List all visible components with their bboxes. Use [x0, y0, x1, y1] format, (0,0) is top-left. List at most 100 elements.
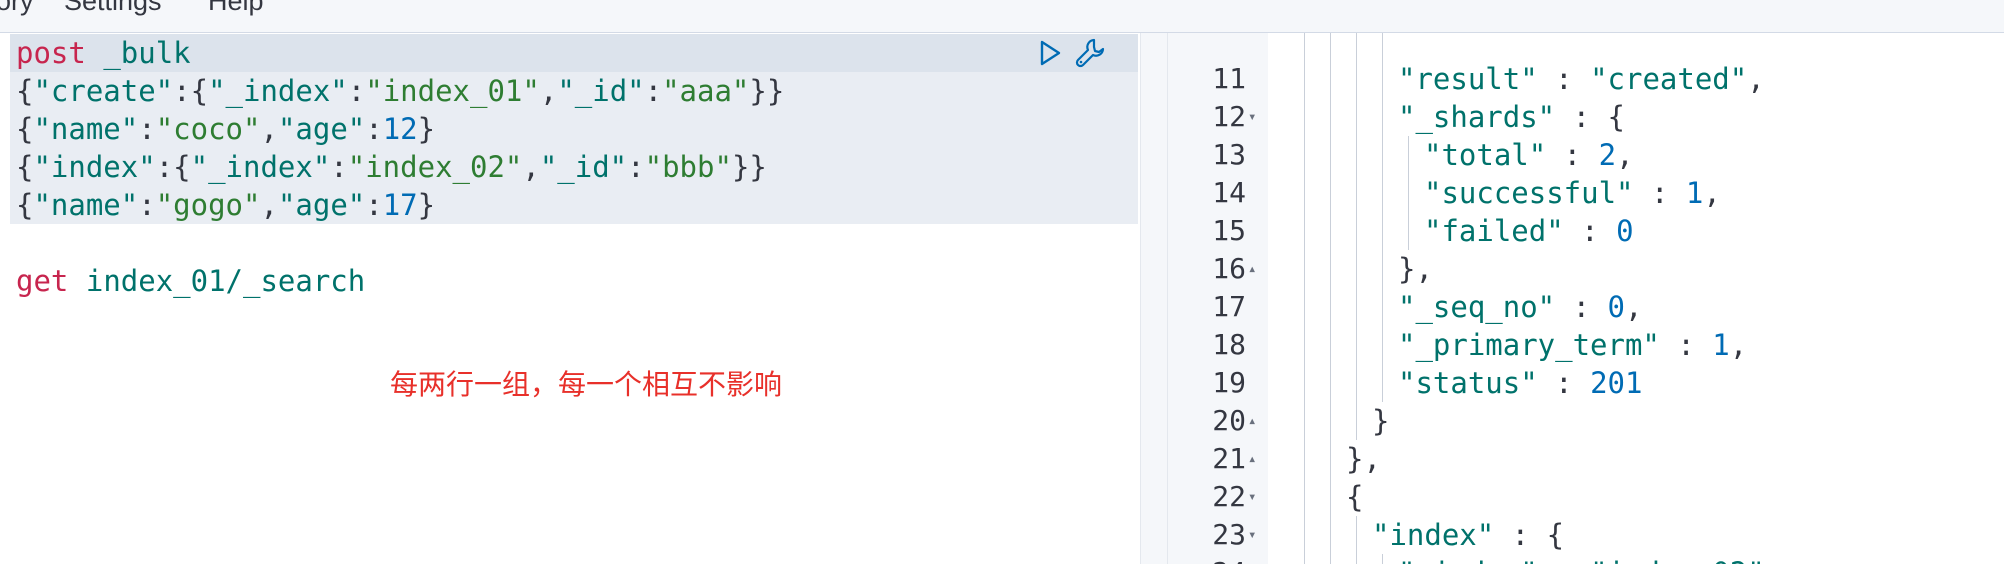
menu-settings[interactable]: Settings — [64, 0, 162, 17]
line-number: 21 — [1212, 442, 1246, 475]
fold-down-icon[interactable]: ▾ — [1248, 516, 1256, 554]
indent-guide — [1382, 98, 1383, 136]
indent-guide — [1382, 174, 1383, 212]
indent-guide — [1304, 250, 1305, 288]
indent-guide — [1356, 364, 1357, 402]
indent-guide — [1330, 60, 1331, 98]
indent-guide — [1330, 478, 1331, 516]
response-viewer[interactable]: 11 "result" : "created", 12 ▾ "_shards" : {1… — [1168, 33, 2004, 564]
indent-guide — [1304, 174, 1305, 212]
line-number: 24 — [1168, 554, 1246, 564]
request-line-method[interactable]: get index_01/_search — [16, 262, 365, 300]
fold-up-icon[interactable]: ▴ — [1248, 250, 1256, 288]
line-number: 11 — [1212, 62, 1246, 95]
indent-guide — [1330, 33, 1331, 60]
line-number: 13 — [1212, 138, 1246, 171]
indent-guide — [1356, 516, 1357, 554]
indent-guide — [1356, 136, 1357, 174]
indent-guide — [1304, 364, 1305, 402]
response-line: 24 "_index" : "index_02", — [1168, 554, 2004, 564]
response-line: 13 "total" : 2, — [1168, 136, 2004, 174]
indent-guide — [1304, 98, 1305, 136]
response-text: "successful" : 1, — [1424, 176, 1721, 210]
indent-guide — [1382, 288, 1383, 326]
indent-guide — [1330, 174, 1331, 212]
request-line-body[interactable]: {"create":{"_index":"index_01","_id":"aa… — [16, 72, 784, 110]
response-text: "result" : "created", — [1398, 62, 1765, 96]
indent-guide — [1304, 136, 1305, 174]
line-number: 19 — [1212, 366, 1246, 399]
indent-guide — [1330, 288, 1331, 326]
line-number: 20 — [1212, 404, 1246, 437]
indent-guide — [1382, 364, 1383, 402]
fold-down-icon[interactable]: ▾ — [1248, 98, 1256, 136]
line-number: 17 — [1212, 290, 1246, 323]
line-number: 15 — [1212, 214, 1246, 247]
line-number: 16 — [1212, 252, 1246, 285]
menu-bar: ory Settings Help — [0, 0, 2004, 33]
response-text: "_shards" : { — [1398, 100, 1625, 134]
indent-guide — [1356, 60, 1357, 98]
response-text: "_primary_term" : 1, — [1398, 328, 1748, 362]
response-line: 17 "_seq_no" : 0, — [1168, 288, 2004, 326]
response-line: 15 "failed" : 0 — [1168, 212, 2004, 250]
response-text: "total" : 2, — [1424, 138, 1634, 172]
indent-guide — [1330, 98, 1331, 136]
response-text: "_index" : "index_02", — [1398, 554, 1782, 564]
request-line-method[interactable]: post _bulk — [16, 34, 191, 72]
response-line: 19 "status" : 201 — [1168, 364, 2004, 402]
indent-guide — [1408, 212, 1409, 250]
menu-history[interactable]: ory — [0, 0, 34, 17]
indent-guide — [1304, 554, 1305, 564]
response-line — [1168, 33, 2004, 60]
indent-guide — [1382, 136, 1383, 174]
request-line-body[interactable]: {"index":{"_index":"index_02","_id":"bbb… — [16, 148, 767, 186]
response-line: 12 ▾ "_shards" : { — [1168, 98, 2004, 136]
indent-guide — [1304, 212, 1305, 250]
indent-guide — [1356, 33, 1357, 60]
indent-guide — [1304, 440, 1305, 478]
indent-guide — [1330, 136, 1331, 174]
request-line-body[interactable]: {"name":"gogo","age":17} — [16, 186, 435, 224]
indent-guide — [1304, 326, 1305, 364]
menu-help[interactable]: Help — [208, 0, 264, 17]
line-number: 18 — [1212, 328, 1246, 361]
fold-up-icon[interactable]: ▴ — [1248, 440, 1256, 478]
indent-guide — [1382, 60, 1383, 98]
play-icon[interactable] — [1034, 37, 1066, 69]
wrench-icon[interactable] — [1074, 37, 1106, 69]
indent-guide — [1330, 402, 1331, 440]
request-editor[interactable]: post _bulk {"create":{"_index":"index_01… — [0, 33, 1140, 564]
indent-guide — [1330, 516, 1331, 554]
indent-guide — [1330, 554, 1331, 564]
response-line: 16 ▴}, — [1168, 250, 2004, 288]
response-text: "_seq_no" : 0, — [1398, 290, 1643, 324]
indent-guide — [1304, 33, 1305, 60]
request-line-body[interactable]: {"name":"coco","age":12} — [16, 110, 435, 148]
response-text: } — [1372, 404, 1390, 438]
response-text: { — [1346, 480, 1364, 514]
indent-guide — [1408, 174, 1409, 212]
indent-guide — [1330, 364, 1331, 402]
indent-guide — [1356, 326, 1357, 364]
response-text: "index" : { — [1372, 518, 1565, 552]
response-text: }, — [1398, 252, 1433, 286]
line-number: 14 — [1212, 176, 1246, 209]
fold-down-icon[interactable]: ▾ — [1248, 478, 1256, 516]
indent-guide — [1356, 402, 1357, 440]
indent-guide — [1356, 212, 1357, 250]
indent-guide — [1304, 402, 1305, 440]
indent-guide — [1382, 326, 1383, 364]
indent-guide — [1304, 288, 1305, 326]
response-line: 23 ▾ "index" : { — [1168, 516, 2004, 554]
response-line: 21 ▴}, — [1168, 440, 2004, 478]
indent-guide — [1382, 33, 1383, 60]
line-number: 12 — [1212, 100, 1246, 133]
response-line: 14 "successful" : 1, — [1168, 174, 2004, 212]
response-line: 20 ▴} — [1168, 402, 2004, 440]
indent-guide — [1356, 554, 1357, 564]
indent-guide — [1382, 212, 1383, 250]
indent-guide — [1304, 478, 1305, 516]
pane-resizer[interactable] — [1140, 33, 1168, 564]
fold-up-icon[interactable]: ▴ — [1248, 402, 1256, 440]
